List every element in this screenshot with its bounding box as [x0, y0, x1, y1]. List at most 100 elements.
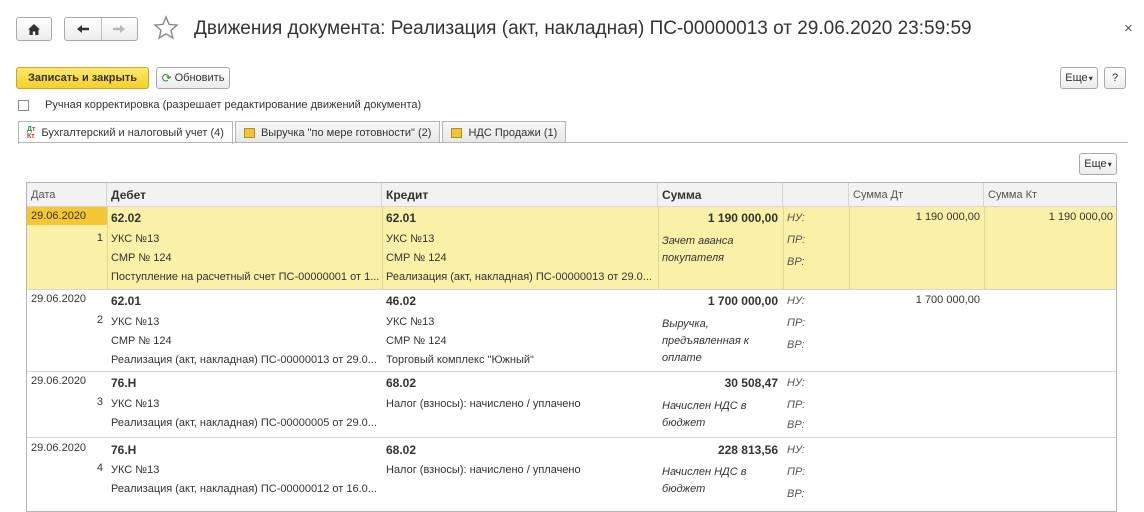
debit-subconto-1: УКС №13	[111, 464, 160, 476]
page-title: Движения документа: Реализация (акт, нак…	[194, 18, 972, 39]
tab-label: Выручка "по мере готовности" (2)	[260, 126, 432, 139]
col-divider	[382, 207, 383, 289]
tab-label: Бухгалтерский и налоговый учет (4)	[41, 127, 224, 139]
table-header: Дата Дебет Кредит Сумма Сумма Дт Сумма К…	[27, 183, 1116, 207]
marker-nu: НУ:	[787, 212, 805, 224]
row-sum-dt: 1 700 000,00	[915, 294, 980, 306]
row-date: 29.06.2020	[31, 293, 87, 305]
tab-revenue[interactable]: Выручка "по мере готовности" (2)	[234, 121, 441, 143]
debit-account: 62.01	[111, 294, 142, 308]
debit-subconto-2: Реализация (акт, накладная) ПС-00000005 …	[111, 417, 377, 429]
row-content-2: предъявленная к	[662, 335, 750, 347]
marker-pr: ПР:	[787, 317, 806, 329]
debit-subconto-1: УКС №13	[111, 398, 160, 410]
marker-nu: НУ:	[787, 295, 805, 307]
debit-subconto-3: Реализация (акт, накладная) ПС-00000013 …	[111, 354, 377, 366]
tab-divider	[18, 142, 1128, 143]
row-sum: 228 813,56	[717, 443, 778, 457]
col-credit[interactable]: Кредит	[382, 183, 658, 207]
credit-subconto-1: УКС №13	[386, 316, 435, 328]
col-sum[interactable]: Сумма	[658, 183, 783, 207]
tab-accounting[interactable]: Дт Кт Бухгалтерский и налоговый учет (4)	[18, 121, 233, 144]
help-button[interactable]: ?	[1104, 67, 1126, 89]
col-divider	[849, 207, 850, 289]
home-button[interactable]	[16, 17, 52, 41]
dt-kt-icon: Дт Кт	[27, 126, 36, 140]
dropdown-arrow-icon: ▾	[1107, 159, 1112, 169]
row-content-3: оплате	[662, 352, 702, 364]
debit-account: 76.Н	[111, 443, 137, 457]
credit-subconto-2: СМР № 124	[386, 335, 447, 347]
arrow-right-icon	[113, 25, 126, 33]
credit-subconto-1: УКС №13	[386, 233, 435, 245]
col-sum-dt[interactable]: Сумма Дт	[849, 183, 984, 207]
marker-vr: ВР:	[787, 256, 805, 268]
debit-account: 76.Н	[111, 376, 137, 390]
col-date[interactable]: Дата	[27, 183, 107, 207]
credit-subconto-3: Торговый комплекс "Южный"	[386, 354, 534, 366]
credit-account: 68.02	[386, 443, 417, 457]
register-icon	[243, 127, 255, 138]
movements-table: Дата Дебет Кредит Сумма Сумма Дт Сумма К…	[26, 182, 1117, 512]
table-row[interactable]: 29.06.2020 1 62.02 УКС №13 СМР № 124 Пос…	[27, 207, 1116, 290]
more-menu-button[interactable]: Еще ▾	[1060, 67, 1098, 89]
marker-pr: ПР:	[787, 399, 806, 411]
credit-subconto-1: Налог (взносы): начислено / уплачено	[386, 464, 581, 476]
marker-vr: ВР:	[787, 339, 805, 351]
debit-subconto-2: СМР № 124	[111, 252, 172, 264]
marker-pr: ПР:	[787, 234, 806, 246]
register-icon	[451, 127, 463, 138]
marker-pr: ПР:	[787, 466, 806, 478]
table-row[interactable]: 29.06.2020 4 76.Н УКС №13 Реализация (ак…	[27, 438, 1116, 508]
table-row[interactable]: 29.06.2020 3 76.Н УКС №13 Реализация (ак…	[27, 372, 1116, 438]
refresh-label: Обновить	[174, 72, 225, 84]
tab-vat-sales[interactable]: НДС Продажи (1)	[442, 121, 567, 143]
more-label: Еще	[1065, 72, 1088, 84]
row-content-2: покупателя	[662, 252, 725, 264]
credit-account: 62.01	[386, 211, 417, 225]
col-divider	[783, 207, 784, 289]
row-content-1: Начислен НДС в	[662, 466, 747, 478]
row-content-2: бюджет	[662, 417, 706, 429]
col-debit[interactable]: Дебет	[107, 183, 382, 207]
row-content-1: Начислен НДС в	[662, 400, 747, 412]
dropdown-arrow-icon: ▾	[1088, 73, 1093, 83]
row-content-1: Выручка,	[662, 318, 709, 330]
manual-edit-checkbox[interactable]	[18, 99, 29, 111]
row-content-2: бюджет	[662, 483, 706, 495]
row-sum: 1 190 000,00	[707, 211, 778, 225]
manual-edit-label: Ручная корректировка (разрешает редактир…	[45, 99, 422, 111]
save-and-close-button[interactable]: Записать и закрыть	[16, 67, 149, 89]
debit-subconto-2: Реализация (акт, накладная) ПС-00000012 …	[111, 483, 377, 495]
tab-bar: Дт Кт Бухгалтерский и налоговый учет (4) …	[18, 121, 568, 144]
close-icon[interactable]: ×	[1124, 20, 1133, 37]
history-nav	[64, 17, 138, 41]
row-number: 1	[96, 232, 103, 244]
col-marker	[783, 183, 849, 207]
manual-edit-row: Ручная корректировка (разрешает редактир…	[18, 99, 421, 111]
forward-button[interactable]	[100, 18, 137, 40]
row-number: 4	[96, 462, 103, 474]
refresh-icon: ⟳	[161, 71, 172, 85]
debit-subconto-3: Поступление на расчетный счет ПС-0000000…	[111, 271, 379, 283]
refresh-button[interactable]: ⟳ Обновить	[156, 67, 230, 89]
col-sum-kt[interactable]: Сумма Кт	[984, 183, 1116, 207]
table-row[interactable]: 29.06.2020 2 62.01 УКС №13 СМР № 124 Реа…	[27, 290, 1116, 372]
debit-subconto-1: УКС №13	[111, 233, 160, 245]
debit-subconto-2: СМР № 124	[111, 335, 172, 347]
credit-account: 46.02	[386, 294, 417, 308]
col-divider	[984, 207, 985, 289]
grid-more-button[interactable]: Еще ▾	[1079, 153, 1117, 175]
row-sum: 30 508,47	[724, 376, 778, 390]
row-sum: 1 700 000,00	[707, 294, 778, 308]
row-number: 3	[96, 396, 103, 408]
col-divider	[658, 207, 659, 289]
back-button[interactable]	[65, 18, 101, 40]
marker-vr: ВР:	[787, 488, 805, 500]
credit-account: 68.02	[386, 376, 417, 390]
favorite-star-icon[interactable]	[152, 14, 180, 42]
debit-subconto-1: УКС №13	[111, 316, 160, 328]
more-label: Еще	[1084, 158, 1107, 170]
row-date: 29.06.2020	[27, 207, 107, 225]
credit-subconto-2: СМР № 124	[386, 252, 447, 264]
